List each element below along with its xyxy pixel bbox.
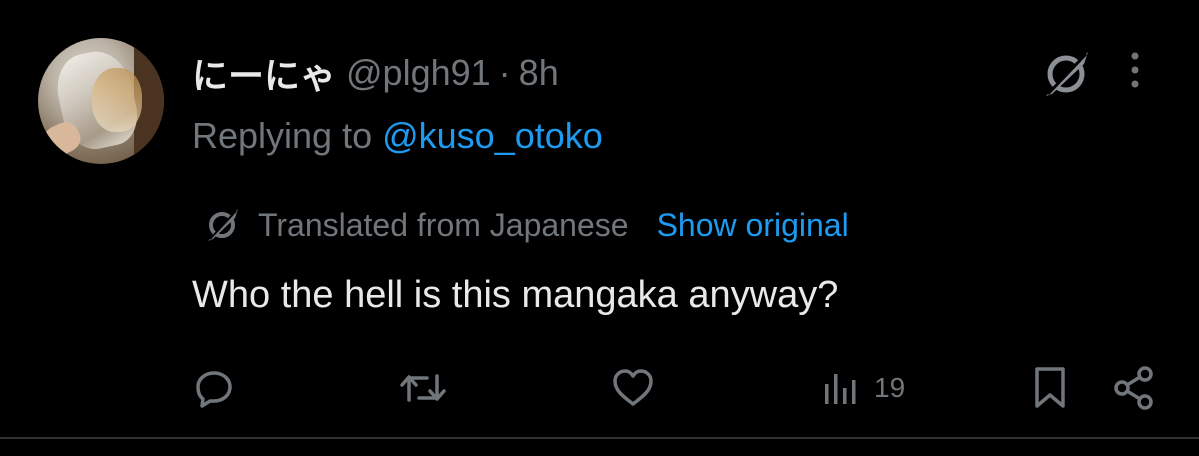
views-count: 19 [874, 372, 906, 403]
bookmark-icon [1030, 364, 1070, 412]
like-icon [610, 366, 656, 410]
action-bar: 19 [0, 356, 1199, 420]
grok-icon[interactable] [1038, 46, 1094, 102]
translated-from-label: Translated from Japanese [258, 206, 629, 243]
show-original-link[interactable]: Show original [657, 207, 849, 244]
views-icon [820, 366, 860, 410]
share-icon [1110, 364, 1158, 412]
author-display-name[interactable]: にーにゃ [192, 47, 336, 99]
more-options-icon[interactable] [1120, 46, 1150, 102]
bookmark-button[interactable] [1030, 356, 1070, 420]
author-handle[interactable]: @plgh91 [346, 52, 491, 94]
translation-bar: Translated from Japanese Show original [202, 200, 849, 250]
replying-to-line: Replying to @kuso_otoko [192, 115, 603, 157]
post-card[interactable]: にーにゃ @plgh91 · 8h Replying to @kuso_otok… [0, 0, 1199, 456]
post-timestamp[interactable]: 8h [519, 52, 559, 94]
reply-icon [192, 366, 236, 410]
like-button[interactable] [610, 356, 656, 420]
separator-dot: · [498, 52, 511, 93]
avatar[interactable] [38, 38, 164, 164]
replying-prefix: Replying to [192, 115, 383, 156]
post-header: にーにゃ @plgh91 · 8h [192, 50, 559, 96]
repost-button[interactable] [398, 356, 448, 420]
repost-icon [398, 366, 448, 410]
reply-button[interactable] [192, 356, 236, 420]
views-button[interactable]: 19 [820, 356, 905, 420]
divider [0, 437, 1199, 439]
share-button[interactable] [1110, 356, 1158, 420]
post-text: Who the hell is this mangaka anyway? [192, 274, 839, 316]
replying-to-mention[interactable]: @kuso_otoko [382, 115, 603, 156]
grok-translate-icon [202, 205, 242, 245]
